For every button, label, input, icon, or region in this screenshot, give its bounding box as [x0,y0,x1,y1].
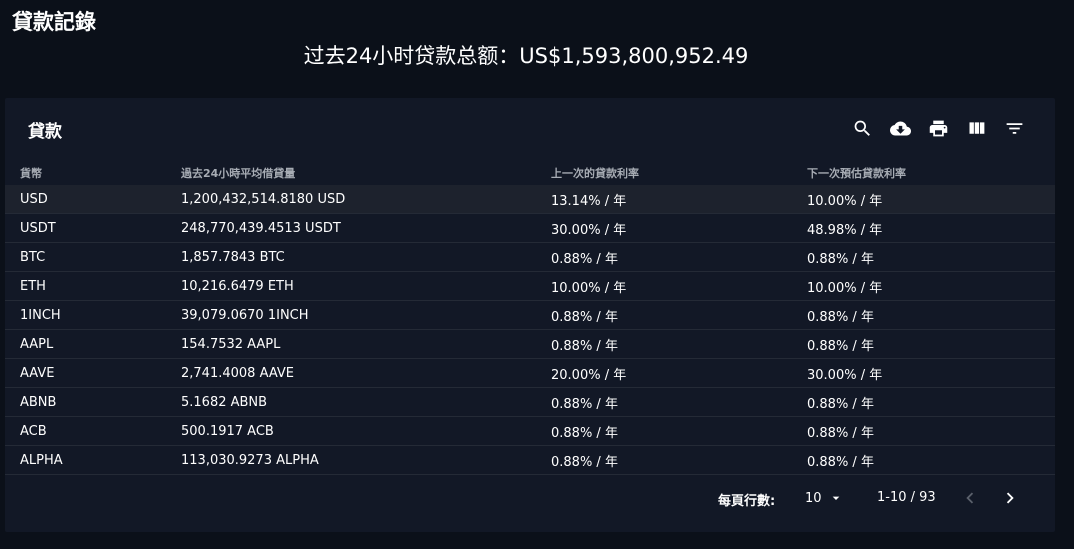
table-row[interactable]: USDT 248,770,439.4513 USDT 30.00% / 年 48… [5,213,1055,243]
cell-next-rate: 30.00% / 年 [807,358,1055,388]
search-button[interactable] [843,116,881,140]
cell-avg-volume: 39,079.0670 1INCH [181,300,551,330]
cell-currency: ETH [5,271,181,301]
table-row[interactable]: ACB 500.1917 ACB 0.88% / 年 0.88% / 年 [5,416,1055,446]
table-row[interactable]: ABNB 5.1682 ABNB 0.88% / 年 0.88% / 年 [5,387,1055,417]
cloud-download-icon [889,121,911,135]
cell-avg-volume: 248,770,439.4513 USDT [181,213,551,243]
cell-last-rate: 0.88% / 年 [551,416,807,446]
cell-last-rate: 0.88% / 年 [551,329,807,359]
cell-avg-volume: 1,200,432,514.8180 USD [181,185,551,214]
cell-currency: BTC [5,242,181,272]
cell-avg-volume: 10,216.6479 ETH [181,271,551,301]
page-title: 貸款記錄 [12,10,96,34]
table-row[interactable]: ETH 10,216.6479 ETH 10.00% / 年 10.00% / … [5,271,1055,301]
cell-last-rate: 30.00% / 年 [551,213,807,243]
cell-next-rate: 0.88% / 年 [807,387,1055,417]
cell-avg-volume: 500.1917 ACB [181,416,551,446]
table-row[interactable]: 1INCH 39,079.0670 1INCH 0.88% / 年 0.88% … [5,300,1055,330]
column-header-last-rate[interactable]: 上一次的貸款利率 [551,160,807,185]
table-row[interactable]: AAPL 154.7532 AAPL 0.88% / 年 0.88% / 年 [5,329,1055,359]
rows-per-page-select[interactable]: 10 [805,488,844,508]
cell-last-rate: 20.00% / 年 [551,358,807,388]
cell-last-rate: 13.14% / 年 [551,185,807,214]
rows-per-page-value: 10 [805,490,822,506]
table-toolbar [843,116,1033,140]
cell-currency: USD [5,185,181,214]
table-row[interactable]: AAVE 2,741.4008 AAVE 20.00% / 年 30.00% /… [5,358,1055,388]
pagination: 每頁行數: 10 1-10 / 93 [5,484,1055,512]
cell-currency: ABNB [5,387,181,417]
table-row[interactable]: USD 1,200,432,514.8180 USD 13.14% / 年 10… [5,185,1055,214]
print-icon [929,120,947,136]
cell-avg-volume: 2,741.4008 AAVE [181,358,551,388]
page-range-text: 1-10 / 93 [877,490,936,505]
cell-last-rate: 0.88% / 年 [551,445,807,475]
view-columns-button[interactable] [957,116,995,140]
loan-total-summary: 过去24小时贷款总额：US$1,593,800,952.49 [303,44,749,68]
column-header-next-rate[interactable]: 下一次預估貸款利率 [807,160,1055,185]
cell-next-rate: 0.88% / 年 [807,300,1055,330]
cell-last-rate: 0.88% / 年 [551,300,807,330]
next-page-button[interactable] [998,486,1022,510]
cell-currency: AAPL [5,329,181,359]
cell-currency: ALPHA [5,445,181,475]
cell-currency: 1INCH [5,300,181,330]
cell-next-rate: 0.88% / 年 [807,445,1055,475]
cell-avg-volume: 113,030.9273 ALPHA [181,445,551,475]
column-header-currency[interactable]: 貨幣 [5,160,181,185]
view-column-icon [969,121,984,134]
cell-next-rate: 0.88% / 年 [807,242,1055,272]
cell-currency: USDT [5,213,181,243]
cell-next-rate: 10.00% / 年 [807,271,1055,301]
cell-next-rate: 48.98% / 年 [807,213,1055,243]
table-header-row: 貨幣 過去24小時平均借貸量 上一次的貸款利率 下一次預估貸款利率 [5,160,1055,185]
arrow-drop-down-icon [832,496,839,500]
rows-per-page-label: 每頁行數: [718,494,776,509]
print-button[interactable] [919,116,957,140]
cell-currency: ACB [5,416,181,446]
previous-page-button[interactable] [958,486,982,510]
cell-last-rate: 0.88% / 年 [551,242,807,272]
chevron-left-icon [966,492,974,504]
table-row[interactable]: ALPHA 113,030.9273 ALPHA 0.88% / 年 0.88%… [5,445,1055,475]
cell-avg-volume: 5.1682 ABNB [181,387,551,417]
filter-list-icon [1006,122,1022,134]
column-header-avg-volume[interactable]: 過去24小時平均借貸量 [181,160,551,185]
card-title: 貸款 [28,122,62,142]
cell-currency: AAVE [5,358,181,388]
cell-avg-volume: 1,857.7843 BTC [181,242,551,272]
search-icon [854,120,870,136]
cell-next-rate: 10.00% / 年 [807,185,1055,214]
cell-avg-volume: 154.7532 AAPL [181,329,551,359]
filter-button[interactable] [995,116,1033,140]
loans-table: 貨幣 過去24小時平均借貸量 上一次的貸款利率 下一次預估貸款利率 USD 1,… [5,160,1055,475]
loans-card: 貸款 貨幣 過去24小時平均借貸量 上一次的貸款利率 下一次預估貸款利率 USD… [5,98,1055,532]
cell-next-rate: 0.88% / 年 [807,416,1055,446]
cell-last-rate: 0.88% / 年 [551,387,807,417]
cell-next-rate: 0.88% / 年 [807,329,1055,359]
chevron-right-icon [1006,492,1014,504]
cell-last-rate: 10.00% / 年 [551,271,807,301]
table-row[interactable]: BTC 1,857.7843 BTC 0.88% / 年 0.88% / 年 [5,242,1055,272]
download-csv-button[interactable] [881,116,919,140]
